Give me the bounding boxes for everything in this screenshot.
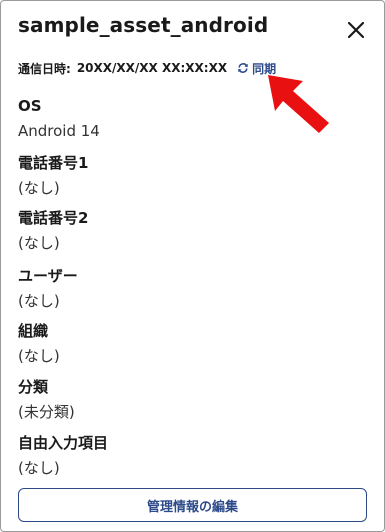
field-label-user: ユーザー	[18, 267, 78, 285]
close-icon	[347, 21, 365, 39]
field-value-phone1: (なし)	[18, 179, 60, 197]
close-button[interactable]	[345, 19, 367, 41]
field-label-os: OS	[18, 97, 42, 115]
asset-detail-panel: sample_asset_android 通信日時: 20XX/XX/XX XX…	[0, 0, 385, 532]
field-value-user: (なし)	[18, 292, 60, 310]
field-value-organization: (なし)	[18, 347, 60, 365]
sync-label: 通信日時:	[18, 61, 71, 76]
field-value-category: (未分類)	[18, 403, 75, 421]
field-value-free-input: (なし)	[18, 459, 60, 477]
field-value-os: Android 14	[18, 122, 100, 140]
refresh-icon	[238, 63, 248, 73]
pointer-arrow-icon	[268, 75, 329, 133]
field-label-category: 分類	[18, 378, 49, 396]
field-label-organization: 組織	[18, 322, 49, 340]
sync-row: 通信日時: 20XX/XX/XX XX:XX:XX 同期	[18, 59, 276, 77]
field-label-free-input: 自由入力項目	[18, 434, 109, 452]
edit-management-info-button[interactable]: 管理情報の編集	[18, 488, 367, 522]
field-label-phone2: 電話番号2	[18, 209, 89, 227]
sync-datetime: 20XX/XX/XX XX:XX:XX	[76, 61, 228, 75]
field-value-phone2: (なし)	[18, 234, 60, 252]
panel-title: sample_asset_android	[18, 13, 269, 37]
field-label-phone1: 電話番号1	[18, 154, 89, 172]
